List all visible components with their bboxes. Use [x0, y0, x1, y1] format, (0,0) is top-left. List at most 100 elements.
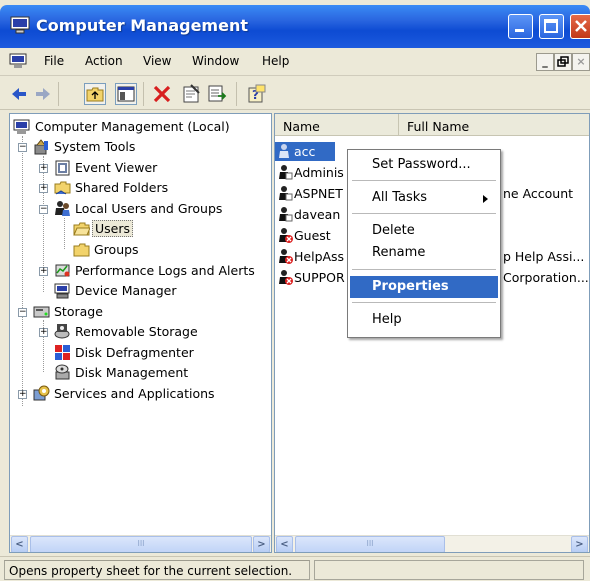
menu-action[interactable]: Action [85, 54, 123, 68]
menu-separator [352, 269, 496, 270]
help-button[interactable]: ? [246, 83, 268, 105]
toolbar-separator [236, 82, 237, 106]
user-full-name: p Help Assi... [503, 249, 585, 264]
user-icon [279, 207, 293, 222]
user-name: davean [294, 207, 341, 222]
expand-toggle[interactable]: + [39, 164, 48, 173]
user-name: SUPPOR [294, 270, 345, 285]
title-bar[interactable]: Computer Management [0, 5, 590, 48]
console-icon[interactable] [9, 53, 27, 69]
menu-separator [352, 213, 496, 214]
expand-toggle[interactable]: + [39, 267, 48, 276]
user-full-name: ne Account [503, 186, 574, 201]
minimize-button[interactable] [508, 14, 533, 39]
tree-horizontal-scrollbar[interactable]: < III > [10, 535, 271, 552]
tree-line [64, 218, 65, 249]
menu-file[interactable]: File [44, 54, 64, 68]
tree-label: Services and Applications [54, 386, 215, 401]
menu-separator [352, 180, 496, 181]
restore-icon [557, 56, 569, 67]
tree-label: Computer Management (Local) [35, 119, 230, 134]
expand-toggle[interactable]: + [39, 184, 48, 193]
back-arrow-icon [12, 88, 26, 100]
help-icon: ? [248, 84, 266, 103]
properties-icon [183, 84, 200, 103]
performance-logs-icon [55, 264, 70, 277]
maximize-button[interactable] [539, 14, 564, 39]
toolbar-separator [58, 82, 59, 106]
properties-button[interactable] [180, 83, 202, 105]
collapse-toggle[interactable]: − [18, 143, 27, 152]
menu-item-all-tasks[interactable]: All Tasks [350, 187, 498, 209]
tree-label: Device Manager [75, 283, 177, 298]
status-panel [314, 560, 584, 580]
computer-management-icon [10, 16, 30, 34]
show-hide-tree-button[interactable] [115, 83, 137, 105]
user-icon [279, 144, 289, 158]
removable-storage-icon [54, 324, 70, 339]
computer-icon [13, 119, 30, 134]
scroll-right-button[interactable]: > [253, 536, 270, 552]
menu-window[interactable]: Window [192, 54, 239, 68]
forward-arrow-icon [36, 88, 50, 100]
user-name: HelpAss [294, 249, 345, 264]
back-button[interactable] [8, 83, 30, 105]
column-header-full-name[interactable]: Full Name [399, 114, 589, 136]
tree-pane[interactable]: Computer Management (Local) − System Too… [9, 113, 272, 553]
delete-button[interactable] [151, 83, 173, 105]
up-one-level-button[interactable] [84, 83, 106, 105]
close-button[interactable] [570, 14, 590, 39]
mdi-restore-button[interactable] [554, 53, 572, 71]
tree-label: System Tools [54, 139, 136, 154]
menu-item-set-password[interactable]: Set Password... [350, 154, 498, 176]
tree-label: Local Users and Groups [75, 201, 223, 216]
list-horizontal-scrollbar[interactable]: < III > [275, 535, 589, 552]
mdi-close-button[interactable]: × [572, 53, 590, 71]
status-bar: Opens property sheet for the current sel… [0, 556, 590, 581]
menu-item-rename[interactable]: Rename [350, 242, 498, 264]
user-name: acc [294, 144, 316, 159]
user-full-name: Corporation... [503, 270, 589, 285]
expand-toggle[interactable]: + [39, 328, 48, 337]
export-list-button[interactable] [206, 83, 228, 105]
scroll-thumb[interactable]: III [295, 536, 445, 552]
user-name: ASPNET [294, 186, 343, 201]
scroll-thumb[interactable]: III [30, 536, 252, 552]
scroll-left-button[interactable]: < [276, 536, 293, 552]
menu-view[interactable]: View [143, 54, 171, 68]
show-tree-icon [117, 86, 135, 102]
collapse-toggle[interactable]: − [39, 205, 48, 214]
expand-toggle[interactable]: + [18, 390, 27, 399]
forward-button[interactable] [32, 83, 54, 105]
event-viewer-icon [55, 160, 70, 176]
tree-label: Performance Logs and Alerts [75, 263, 255, 278]
export-list-icon [208, 85, 227, 102]
scroll-right-button[interactable]: > [571, 536, 588, 552]
menu-help[interactable]: Help [262, 54, 289, 68]
users-groups-icon [55, 201, 70, 216]
folder-icon [73, 243, 90, 257]
tree-label: Disk Management [75, 365, 189, 380]
user-name: Adminis [294, 165, 344, 180]
menu-separator [352, 302, 496, 303]
collapse-toggle[interactable]: − [18, 308, 27, 317]
close-icon [575, 20, 587, 32]
scroll-left-button[interactable]: < [11, 536, 28, 552]
shared-folder-icon [54, 181, 71, 195]
toolbar-separator [143, 82, 144, 106]
menu-item-delete[interactable]: Delete [350, 220, 498, 242]
tree-label: Groups [94, 242, 139, 257]
storage-icon [33, 306, 50, 318]
tree-label: Shared Folders [75, 180, 169, 195]
menu-item-properties[interactable]: Properties [350, 276, 498, 298]
user-icon [279, 186, 293, 201]
folder-open-icon [73, 222, 90, 236]
mdi-minimize-button[interactable]: _ [536, 53, 554, 71]
disabled-user-icon [279, 228, 293, 243]
menu-item-label: All Tasks [372, 190, 428, 205]
column-header-name[interactable]: Name [275, 114, 399, 136]
toolbar: ? [0, 77, 590, 110]
tree-line [22, 136, 23, 406]
tree-label: Disk Defragmenter [75, 345, 194, 360]
menu-item-help[interactable]: Help [350, 309, 498, 331]
